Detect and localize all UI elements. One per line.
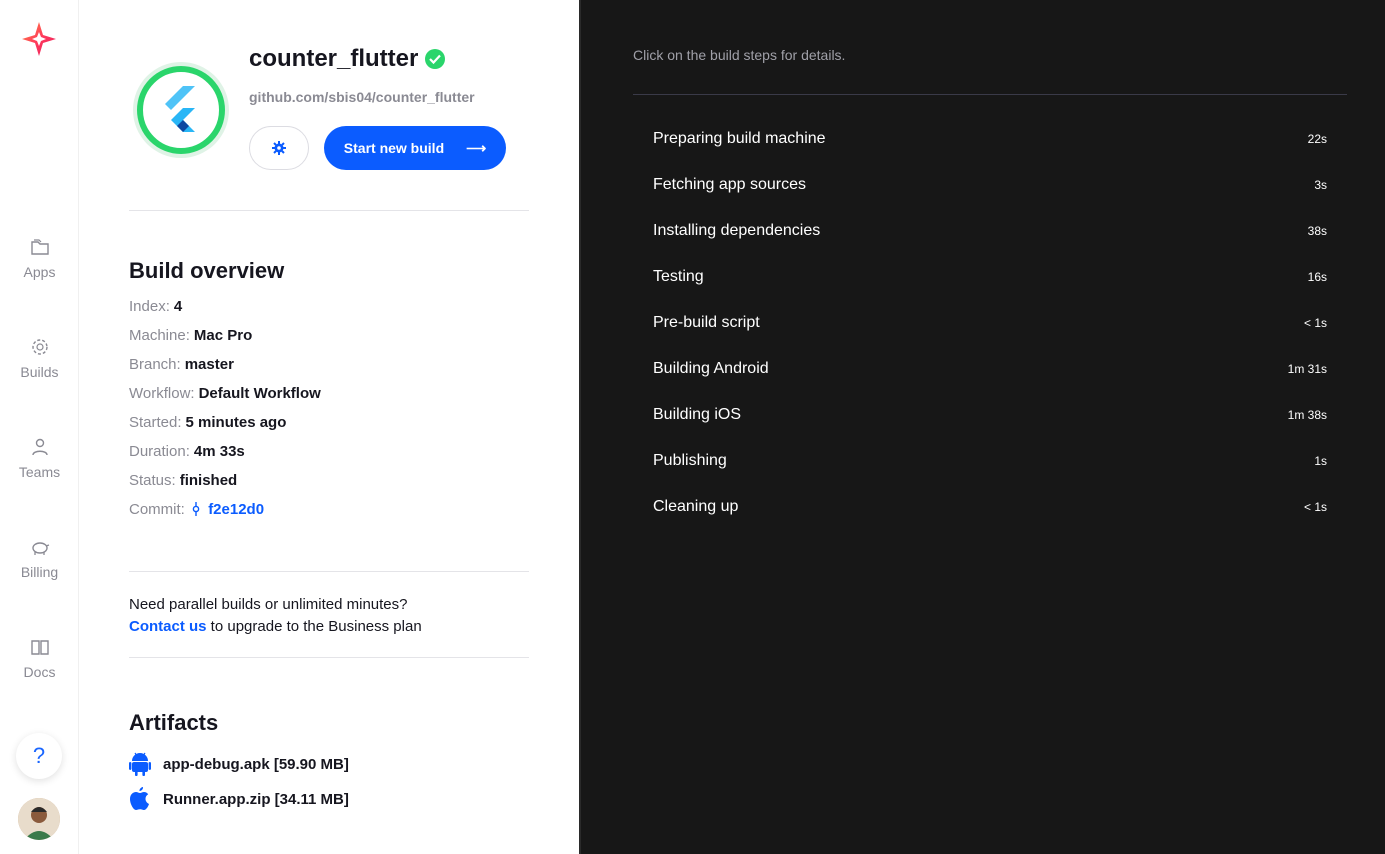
build-step[interactable]: Testing 16s	[653, 262, 1327, 292]
artifact-item[interactable]: Runner.app.zip [34.11 MB]	[129, 787, 349, 811]
commit-icon	[192, 502, 200, 516]
person-icon	[31, 438, 48, 456]
apple-icon	[130, 787, 149, 810]
step-name: Building Android	[653, 360, 769, 377]
step-duration: 1m 38s	[1287, 408, 1327, 422]
book-icon	[30, 640, 49, 655]
repo-url[interactable]: github.com/sbis04/counter_flutter	[249, 89, 475, 105]
step-duration: < 1s	[1303, 500, 1327, 514]
build-details-panel: counter_flutter github.com/sbis04/counte…	[79, 0, 579, 854]
step-duration: 1m 31s	[1287, 362, 1327, 376]
help-button[interactable]: ?	[16, 733, 62, 779]
build-step[interactable]: Installing dependencies 38s	[653, 216, 1327, 246]
sidebar-item-billing[interactable]: Billing	[0, 536, 79, 596]
sidebar-item-teams[interactable]: Teams	[0, 436, 79, 496]
settings-button[interactable]	[249, 126, 309, 170]
artifact-item[interactable]: app-debug.apk [59.90 MB]	[129, 752, 349, 776]
sidebar: Apps Builds Teams Billing Docs ?	[0, 0, 79, 854]
step-duration: 1s	[1314, 454, 1327, 468]
sidebar-item-builds[interactable]: Builds	[0, 336, 79, 396]
sidebar-item-label: Builds	[20, 364, 59, 380]
overview-row-branch: Branch: master	[129, 356, 234, 373]
sidebar-item-label: Apps	[23, 264, 56, 280]
step-name: Fetching app sources	[653, 176, 806, 193]
build-step[interactable]: Preparing build machine 22s	[653, 124, 1327, 154]
step-duration: 3s	[1314, 178, 1327, 192]
step-duration: 38s	[1307, 224, 1327, 238]
divider	[129, 571, 529, 572]
sidebar-item-docs[interactable]: Docs	[0, 636, 79, 696]
divider	[129, 657, 529, 658]
overview-row-workflow: Workflow: Default Workflow	[129, 385, 321, 402]
check-circle-icon	[425, 49, 446, 69]
steps-hint: Click on the build steps for details.	[633, 47, 846, 63]
build-overview-title: Build overview	[129, 258, 285, 283]
arrow-right-icon: ⟶	[466, 139, 487, 156]
piggy-bank-icon	[31, 542, 49, 555]
flutter-icon	[165, 86, 195, 132]
step-name: Building iOS	[653, 406, 742, 423]
overview-row-commit: Commit: f2e12d0	[129, 501, 265, 518]
app-icon	[133, 62, 229, 158]
codemagic-logo-icon[interactable]	[20, 20, 58, 58]
sidebar-item-label: Teams	[18, 464, 61, 480]
sidebar-item-label: Docs	[23, 664, 56, 680]
start-build-label: Start new build	[343, 140, 445, 156]
app-title-row: counter_flutter	[249, 45, 446, 73]
step-name: Preparing build machine	[653, 130, 826, 147]
app-name: counter_flutter	[249, 45, 419, 72]
step-name: Publishing	[653, 452, 727, 469]
build-step[interactable]: Cleaning up < 1s	[653, 492, 1327, 522]
start-new-build-button[interactable]: Start new build ⟶	[324, 126, 506, 170]
step-duration: 22s	[1307, 132, 1327, 146]
avatar-image-icon	[18, 798, 60, 840]
build-step[interactable]: Fetching app sources 3s	[653, 170, 1327, 200]
sidebar-item-apps[interactable]: Apps	[0, 236, 79, 296]
upgrade-notice: Need parallel builds or unlimited minute…	[129, 594, 422, 638]
build-step[interactable]: Building Android 1m 31s	[653, 354, 1327, 384]
overview-row-machine: Machine: Mac Pro	[129, 327, 253, 344]
build-step[interactable]: Pre-build script < 1s	[653, 308, 1327, 338]
step-name: Testing	[653, 268, 704, 285]
gear-icon	[272, 141, 286, 155]
divider	[633, 94, 1347, 95]
build-step[interactable]: Building iOS 1m 38s	[653, 400, 1327, 430]
divider	[129, 210, 529, 211]
commit-link[interactable]: f2e12d0	[208, 501, 264, 518]
overview-row-started: Started: 5 minutes ago	[129, 414, 287, 431]
step-name: Installing dependencies	[653, 222, 821, 239]
step-duration: 16s	[1307, 270, 1327, 284]
step-duration: < 1s	[1303, 316, 1327, 330]
build-step[interactable]: Publishing 1s	[653, 446, 1327, 476]
builds-icon	[31, 339, 48, 355]
folder-icon	[30, 239, 49, 255]
artifact-name: Runner.app.zip [34.11 MB]	[163, 790, 349, 808]
step-name: Pre-build script	[653, 314, 760, 331]
artifacts-title: Artifacts	[129, 710, 219, 735]
overview-row-status: Status: finished	[129, 472, 238, 489]
artifact-name: app-debug.apk [59.90 MB]	[163, 755, 349, 773]
avatar[interactable]	[18, 798, 60, 840]
overview-row-duration: Duration: 4m 33s	[129, 443, 245, 460]
build-steps-panel: Click on the build steps for details. Pr…	[579, 0, 1385, 854]
sidebar-item-label: Billing	[20, 564, 59, 580]
overview-row-index: Index: 4	[129, 298, 183, 315]
step-name: Cleaning up	[653, 498, 739, 515]
android-icon	[129, 752, 151, 776]
upgrade-line: Need parallel builds or unlimited minute…	[129, 596, 408, 613]
contact-us-link[interactable]: Contact us	[129, 618, 207, 635]
upgrade-line-2: to upgrade to the Business plan	[206, 618, 422, 635]
